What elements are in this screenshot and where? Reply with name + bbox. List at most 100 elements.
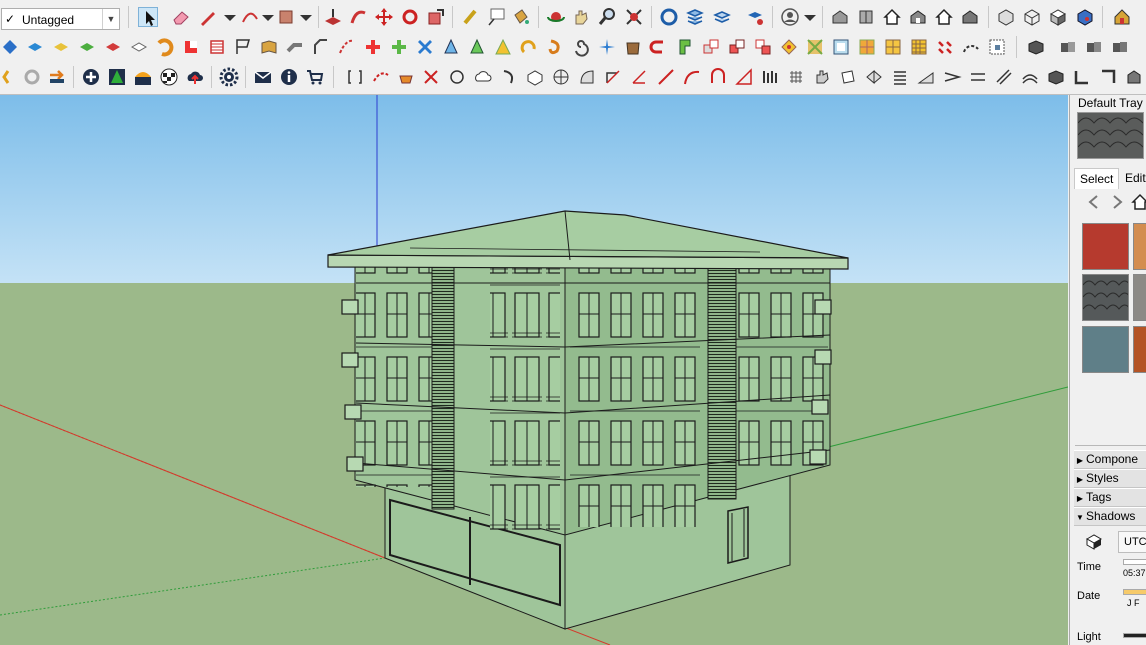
plugin-tool-58[interactable]	[629, 67, 649, 87]
plugin-tool-62[interactable]	[734, 67, 754, 87]
layout-send-button[interactable]	[745, 7, 765, 27]
plugin-tool-39[interactable]	[987, 37, 1007, 57]
plugin-tool-14[interactable]	[337, 37, 357, 57]
plugin-tool-31[interactable]	[779, 37, 799, 57]
add-button[interactable]	[81, 67, 101, 87]
plugin-tool-73[interactable]	[1020, 67, 1040, 87]
plugin-tool-1[interactable]	[0, 37, 20, 57]
plugin-tool-36[interactable]	[909, 37, 929, 57]
plugin-tool-53[interactable]	[499, 67, 519, 87]
checker-button[interactable]	[159, 67, 179, 87]
tag-selector[interactable]: ✓ Untagged ▼	[1, 8, 120, 30]
plugin-tool-13[interactable]	[311, 37, 331, 57]
plugin-tool-51[interactable]	[447, 67, 467, 87]
tape-measure-tool-button[interactable]	[461, 7, 481, 27]
plugin-tool-64[interactable]	[786, 67, 806, 87]
line-tool-button[interactable]	[198, 7, 218, 27]
plugin-tool-50[interactable]	[421, 67, 441, 87]
date-slider[interactable]	[1123, 589, 1146, 595]
plugin-tool-6[interactable]	[129, 37, 149, 57]
plugin-tool-23[interactable]	[571, 37, 591, 57]
plugin-tool-9[interactable]	[207, 37, 227, 57]
mail-button[interactable]	[253, 67, 273, 87]
plugin-tool-41[interactable]	[1058, 37, 1078, 57]
plugin-tool-59[interactable]	[656, 67, 676, 87]
plugin-tool-44[interactable]	[0, 67, 20, 87]
plugin-tool-49[interactable]	[396, 67, 416, 87]
model-scene[interactable]	[0, 95, 1068, 645]
plugin-tool-70[interactable]	[942, 67, 962, 87]
paint-bucket-tool-button[interactable]	[511, 7, 531, 27]
plugin-tool-76[interactable]	[1098, 67, 1118, 87]
shape-tool-button[interactable]	[276, 7, 296, 27]
plugin-tool-52[interactable]	[473, 67, 493, 87]
right-view-button[interactable]	[908, 7, 928, 27]
tab-select[interactable]: Select	[1074, 168, 1120, 189]
plugin-tool-25[interactable]	[623, 37, 643, 57]
forward-arrow-icon[interactable]	[1108, 193, 1126, 211]
rotate-tool-button[interactable]	[400, 7, 420, 27]
material-swatch-rust[interactable]	[1133, 326, 1146, 373]
terrain-button[interactable]	[133, 67, 153, 87]
plugin-tool-33[interactable]	[831, 37, 851, 57]
plugin-tool-57[interactable]	[603, 67, 623, 87]
plugin-tool-77[interactable]	[1124, 67, 1144, 87]
top-view-button[interactable]	[856, 7, 876, 27]
plugin-tool-26[interactable]	[649, 37, 669, 57]
plugin-tool-28[interactable]	[701, 37, 721, 57]
plugin-tool-68[interactable]	[890, 67, 910, 87]
pan-tool-button[interactable]	[571, 7, 591, 27]
iso-view-button[interactable]	[830, 7, 850, 27]
styles-panel-header[interactable]: ▶ Styles	[1074, 469, 1146, 488]
components-panel-header[interactable]: ▶ Compone	[1074, 450, 1146, 469]
account-button[interactable]	[780, 7, 800, 27]
arc-tool-dropdown[interactable]	[258, 7, 278, 27]
textured-style-button[interactable]	[1075, 7, 1095, 27]
front-view-button[interactable]	[882, 7, 902, 27]
plugin-tool-46[interactable]	[47, 67, 67, 87]
eraser-tool-button[interactable]	[171, 7, 191, 27]
plugin-tool-30[interactable]	[753, 37, 773, 57]
plugin-tool-3[interactable]	[51, 37, 71, 57]
chevron-down-icon[interactable]: ▼	[102, 9, 119, 29]
plugin-tool-32[interactable]	[805, 37, 825, 57]
plugin-tool-74[interactable]	[1046, 67, 1066, 87]
material-swatch-shingle[interactable]	[1082, 274, 1129, 321]
arc-tool-button[interactable]	[240, 7, 260, 27]
plugin-tool-12[interactable]	[285, 37, 305, 57]
plugin-tool-60[interactable]	[682, 67, 702, 87]
plugin-tool-43[interactable]	[1110, 37, 1130, 57]
material-swatch-orange[interactable]	[1133, 223, 1146, 270]
plugin-tool-69[interactable]	[916, 67, 936, 87]
plugin-tool-2[interactable]	[25, 37, 45, 57]
plugin-tool-15[interactable]	[363, 37, 383, 57]
settings-button[interactable]	[219, 67, 239, 87]
tree-button[interactable]	[107, 67, 127, 87]
plugin-tool-19[interactable]	[467, 37, 487, 57]
plugin-tool-54[interactable]	[525, 67, 545, 87]
extension-warehouse-button[interactable]	[685, 7, 705, 27]
plugin-tool-38[interactable]	[961, 37, 981, 57]
plugin-tool-72[interactable]	[994, 67, 1014, 87]
plugin-tool-11[interactable]	[259, 37, 279, 57]
plugin-tool-67[interactable]	[864, 67, 884, 87]
orbit-tool-button[interactable]	[546, 7, 566, 27]
home-icon[interactable]	[1131, 193, 1146, 211]
plugin-tool-65[interactable]	[812, 67, 832, 87]
scale-tool-button[interactable]	[426, 7, 446, 27]
plugin-tool-27[interactable]	[675, 37, 695, 57]
plugin-tool-8[interactable]	[181, 37, 201, 57]
cart-button[interactable]	[305, 67, 325, 87]
move-tool-button[interactable]	[374, 7, 394, 27]
sandbox-button[interactable]	[1112, 7, 1132, 27]
timezone-select[interactable]: UTC-	[1118, 531, 1146, 553]
back-view-button[interactable]	[934, 7, 954, 27]
plugin-tool-55[interactable]	[551, 67, 571, 87]
material-swatch-slate[interactable]	[1082, 326, 1129, 373]
left-view-button[interactable]	[960, 7, 980, 27]
material-swatch-red[interactable]	[1082, 223, 1129, 270]
modeling-viewport[interactable]	[0, 95, 1068, 645]
plugin-tool-17[interactable]	[415, 37, 435, 57]
plugin-tool-71[interactable]	[968, 67, 988, 87]
plugin-tool-7[interactable]	[155, 37, 175, 57]
